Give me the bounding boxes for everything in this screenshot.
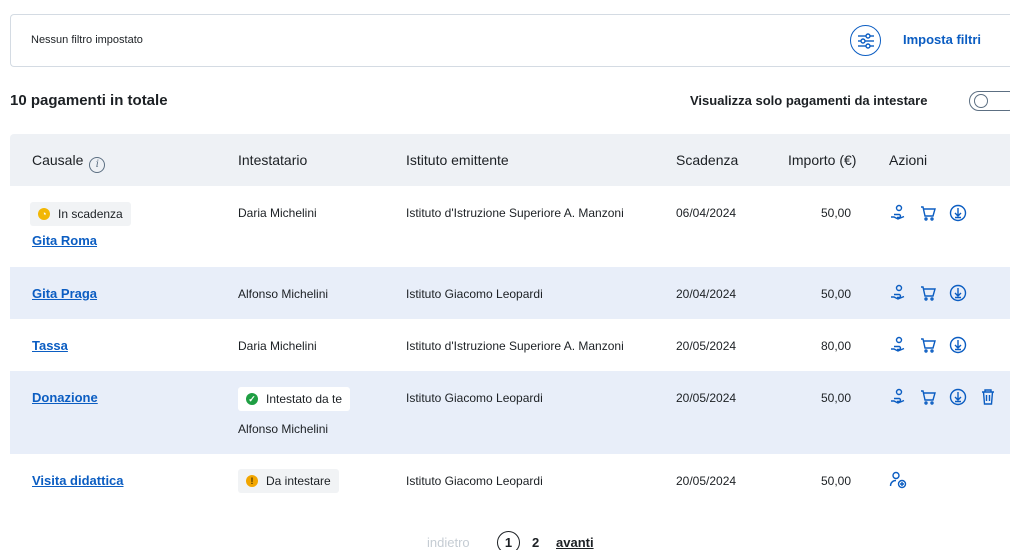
scadenza-cell: 20/05/2024 (676, 339, 737, 353)
filter-settings-button[interactable] (850, 25, 881, 56)
istituto-cell: Istituto Giacomo Leopardi (406, 474, 543, 488)
importo-cell: 50,00 (820, 206, 851, 220)
table-row: Tassa Daria Michelini Istituto d'Istruzi… (10, 319, 1010, 371)
set-filters-link[interactable]: Imposta filtri (903, 32, 981, 47)
status-badge: ✓ Intestato da te (238, 387, 351, 411)
table-header: Causale i Intestatario Istituto emittente… (10, 134, 1010, 186)
causale-link[interactable]: Gita Roma (32, 233, 97, 248)
filter-bar: Nessun filtro impostato Imposta filtri (10, 14, 1010, 67)
download-icon[interactable] (948, 203, 968, 223)
download-icon[interactable] (948, 335, 968, 355)
intestatario-cell: Alfonso Michelini (238, 422, 329, 436)
header-intestatario: Intestatario (238, 152, 308, 168)
scadenza-cell: 20/05/2024 (676, 474, 737, 488)
cart-icon[interactable] (918, 203, 938, 223)
pagination: indietro 1 2 avanti (0, 530, 1010, 550)
info-icon[interactable]: i (89, 156, 106, 173)
table-row: Gita Praga Alfonso Michelini Istituto Gi… (10, 267, 1010, 319)
importo-cell: 50,00 (820, 474, 851, 488)
istituto-cell: Istituto d'Istruzione Superiore A. Manzo… (406, 339, 624, 353)
istituto-cell: Istituto d'Istruzione Superiore A. Manzo… (406, 206, 624, 220)
only-to-assign-toggle[interactable] (969, 91, 1010, 111)
row-actions (888, 387, 998, 407)
assign-icon[interactable] (888, 387, 908, 407)
assign-icon[interactable] (888, 203, 908, 223)
row-actions (888, 335, 968, 355)
cart-icon[interactable] (918, 283, 938, 303)
payments-total: 10 pagamenti in totale (10, 92, 168, 109)
causale-link[interactable]: Donazione (32, 390, 98, 405)
row-actions (888, 470, 908, 490)
header-istituto: Istituto emittente (406, 152, 509, 168)
table-row: Visita didattica ! Da intestare Istituto… (10, 454, 1010, 510)
toggle-label: Visualizza solo pagamenti da intestare (690, 93, 928, 108)
importo-cell: 50,00 (820, 287, 851, 301)
row-actions (888, 283, 968, 303)
pagination-prev[interactable]: indietro (427, 535, 470, 550)
download-icon[interactable] (948, 387, 968, 407)
row-actions (888, 203, 968, 223)
header-azioni: Azioni (889, 152, 928, 168)
table-row: ◔ In scadenza Gita Roma Daria Michelini … (10, 186, 1010, 267)
pagination-next[interactable]: avanti (556, 535, 594, 550)
assign-icon[interactable] (888, 283, 908, 303)
table-row: Donazione ✓ Intestato da te Alfonso Mich… (10, 371, 1010, 454)
download-icon[interactable] (948, 283, 968, 303)
scadenza-cell: 06/04/2024 (676, 206, 737, 220)
importo-cell: 80,00 (820, 339, 851, 353)
intestatario-cell: Alfonso Michelini (238, 287, 329, 301)
status-badge: ! Da intestare (238, 469, 339, 493)
alarm-icon: ◔ (38, 208, 50, 220)
causale-link[interactable]: Visita didattica (32, 473, 124, 488)
exclamation-icon: ! (246, 475, 258, 487)
istituto-cell: Istituto Giacomo Leopardi (406, 287, 543, 301)
header-importo: Importo (€) (788, 152, 857, 168)
pagination-page-current[interactable]: 1 (497, 531, 520, 550)
causale-link[interactable]: Tassa (32, 338, 68, 353)
add-user-icon[interactable] (888, 470, 908, 490)
cart-icon[interactable] (918, 335, 938, 355)
check-icon: ✓ (246, 393, 258, 405)
header-causale: Causale i (32, 152, 106, 173)
istituto-cell: Istituto Giacomo Leopardi (406, 391, 543, 405)
cart-icon[interactable] (918, 387, 938, 407)
intestatario-cell: Daria Michelini (238, 206, 317, 220)
pagination-page-2[interactable]: 2 (532, 535, 539, 550)
header-scadenza: Scadenza (676, 152, 739, 168)
causale-link[interactable]: Gita Praga (32, 286, 97, 301)
importo-cell: 50,00 (820, 391, 851, 405)
filter-status-text: Nessun filtro impostato (31, 34, 143, 46)
status-badge: ◔ In scadenza (30, 202, 131, 226)
scadenza-cell: 20/05/2024 (676, 391, 737, 405)
scadenza-cell: 20/04/2024 (676, 287, 737, 301)
sliders-icon (857, 32, 874, 49)
intestatario-cell: Daria Michelini (238, 339, 317, 353)
delete-icon[interactable] (978, 387, 998, 407)
assign-icon[interactable] (888, 335, 908, 355)
toggle-knob (974, 94, 988, 108)
